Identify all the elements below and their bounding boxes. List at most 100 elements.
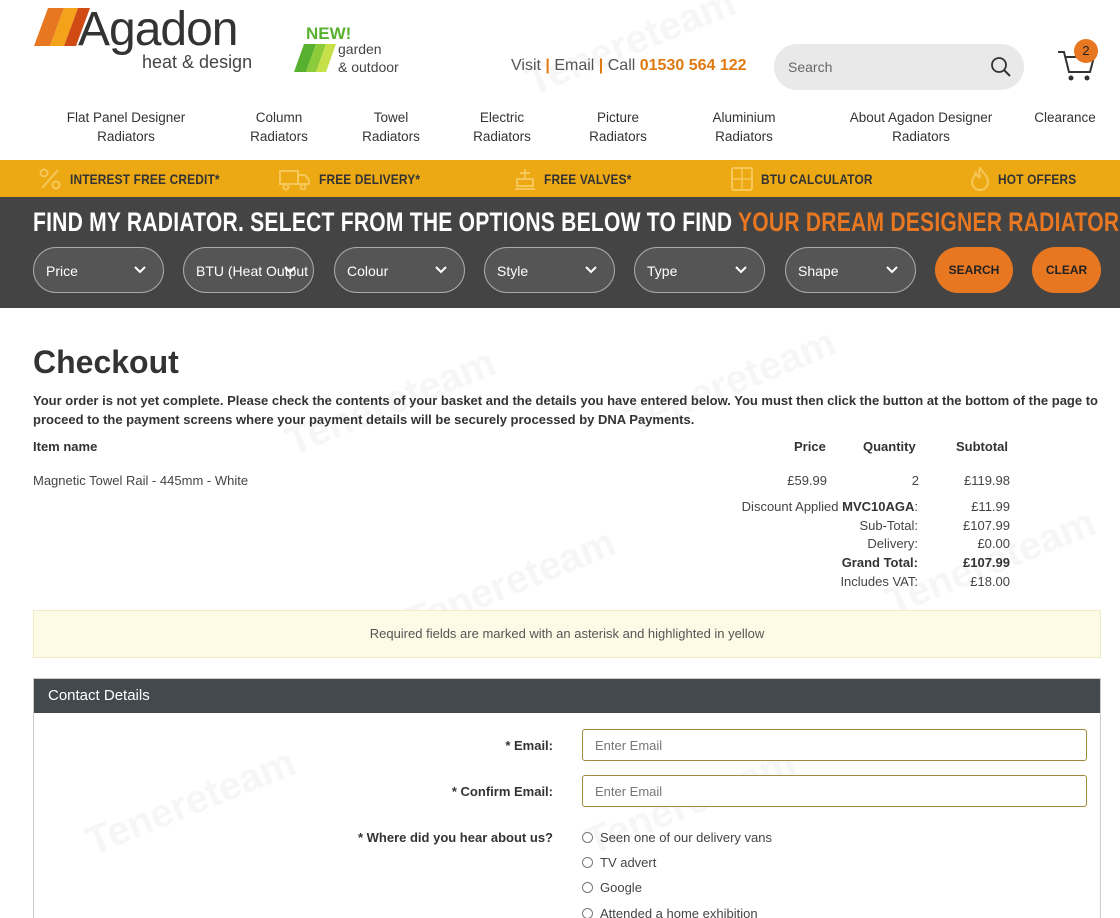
phone-number[interactable]: 01530 564 122	[640, 57, 747, 74]
garden-stripes-icon	[294, 44, 336, 72]
finder-title: FIND MY RADIATOR. SELECT FROM THE OPTION…	[33, 207, 1120, 238]
finder-clear-button[interactable]: CLEAR	[1032, 247, 1101, 293]
promo-label: BTU Calculator	[761, 170, 873, 187]
confirm-email-field[interactable]	[582, 775, 1087, 807]
search-input[interactable]	[774, 44, 974, 90]
radio-label: Google	[600, 879, 642, 895]
filter-type[interactable]: Type	[634, 247, 765, 293]
site-search	[774, 44, 1024, 90]
email-label: * Email:	[505, 738, 553, 753]
radio-button[interactable]	[582, 907, 593, 918]
nav-label: Flat Panel Designer	[66, 110, 186, 125]
search-icon[interactable]	[990, 56, 1012, 78]
finder-search-button[interactable]: SEARCH	[935, 247, 1013, 293]
item-name[interactable]: Magnetic Towel Rail - 445mm - White	[33, 473, 248, 488]
filter-shape[interactable]: Shape	[785, 247, 916, 293]
promo-hot-offers[interactable]: Hot Offers	[970, 160, 1090, 197]
nav-picture[interactable]: Picture Radiators	[589, 108, 647, 146]
filter-label: Type	[647, 263, 678, 279]
radio-button[interactable]	[582, 831, 593, 843]
filter-style[interactable]: Style	[484, 247, 615, 293]
filter-colour[interactable]: Colour	[334, 247, 465, 293]
logo-tagline: heat & design	[142, 52, 253, 72]
flame-icon	[970, 166, 990, 191]
discount-label: Discount Applied MVC10AGA:	[418, 499, 918, 514]
discount-prefix: Discount Applied	[741, 499, 843, 514]
filter-label: Price	[46, 263, 78, 279]
nav-label: Radiators	[589, 129, 647, 144]
nav-column[interactable]: Column Radiators	[250, 108, 308, 146]
nav-about[interactable]: About Agadon Designer Radiators	[850, 108, 993, 146]
col-header-price: Price	[794, 439, 826, 454]
discount-value: £11.99	[971, 499, 1010, 514]
finder-title-highlight: YOUR DREAM DESIGNER RADIATOR.	[737, 207, 1120, 237]
radio-google[interactable]: Google	[582, 877, 642, 897]
email-link[interactable]: Email	[554, 57, 594, 74]
main-nav: Flat Panel Designer Radiators Column Radia…	[0, 108, 1120, 158]
nav-label: Radiators	[715, 129, 773, 144]
radio-label: TV advert	[600, 854, 657, 870]
nav-clearance[interactable]: Clearance	[1034, 108, 1096, 127]
grand-total-value: £107.99	[963, 555, 1010, 570]
nav-label: Aluminium	[712, 110, 776, 125]
promo-label: Free Delivery*	[319, 170, 421, 187]
radiator-finder: FIND MY RADIATOR. SELECT FROM THE OPTION…	[0, 197, 1120, 308]
item-quantity: 2	[911, 473, 919, 488]
promo-bar: Interest Free Credit* Free Delivery* Fre…	[0, 160, 1120, 197]
promo-interest-free[interactable]: Interest Free Credit*	[38, 160, 246, 197]
nav-label: Clearance	[1034, 110, 1096, 125]
agadon-logo[interactable]: Agadon heat & design	[34, 3, 274, 78]
radio-tv-advert[interactable]: TV advert	[582, 852, 656, 872]
nav-label: Radiators	[473, 129, 531, 144]
chevron-down-icon	[735, 266, 747, 274]
contact-line: Visit | Email | Call 01530 564 122	[511, 57, 747, 75]
col-header-item: Item name	[33, 439, 98, 454]
nav-flat-panel[interactable]: Flat Panel Designer Radiators	[67, 108, 186, 146]
nav-electric[interactable]: Electric Radiators	[473, 108, 531, 146]
filter-label: Colour	[347, 263, 389, 279]
finder-title-main: FIND MY RADIATOR. SELECT FROM THE OPTION…	[33, 207, 738, 237]
vat-value: £18.00	[970, 574, 1010, 589]
chevron-down-icon	[284, 266, 296, 274]
promo-label: Interest Free Credit*	[70, 170, 220, 187]
panel-title: Contact Details	[34, 679, 1100, 713]
col-header-subtotal: Subtotal	[956, 439, 1008, 454]
nav-aluminium[interactable]: Aluminium Radiators	[712, 108, 775, 146]
col-header-quantity: Quantity	[863, 439, 916, 454]
garden-line1: garden	[338, 41, 382, 57]
cart-count-badge: 2	[1074, 39, 1098, 63]
confirm-email-label: * Confirm Email:	[451, 784, 553, 799]
delivery-label: Delivery:	[867, 536, 918, 551]
promo-free-delivery[interactable]: Free Delivery*	[279, 160, 438, 197]
radio-label: Seen one of our delivery vans	[600, 829, 772, 845]
promo-free-valves[interactable]: Free Valves*	[514, 160, 647, 197]
visit-link[interactable]: Visit	[511, 57, 541, 74]
grand-total-label: Grand Total:	[841, 555, 918, 570]
nav-towel[interactable]: Towel Radiators	[362, 108, 420, 146]
filter-btu[interactable]: BTU (Heat Output	[183, 247, 314, 293]
radio-button[interactable]	[582, 881, 593, 893]
nav-label: Electric	[479, 110, 525, 125]
nav-label: Radiators	[362, 129, 420, 144]
nav-label: About Agadon Designer	[849, 110, 993, 125]
nav-label: Radiators	[250, 129, 308, 144]
radio-button[interactable]	[582, 856, 593, 868]
garden-outdoor-link[interactable]: NEW! garden & outdoor	[294, 24, 424, 80]
vat-label: Includes VAT:	[840, 574, 918, 589]
logo-title: Agadon	[78, 3, 238, 56]
item-price: £59.99	[787, 473, 827, 488]
filter-label: Style	[497, 263, 529, 279]
filter-price[interactable]: Price	[33, 247, 164, 293]
nav-label: Radiators	[892, 129, 950, 144]
chevron-down-icon	[585, 266, 597, 274]
radio-delivery-vans[interactable]: Seen one of our delivery vans	[582, 827, 772, 847]
hear-about-label: * Where did you hear about us?	[357, 830, 553, 845]
nav-label: Column	[255, 110, 303, 125]
promo-btu-calculator[interactable]: BTU Calculator	[731, 160, 892, 197]
discount-suffix: :	[914, 499, 918, 514]
site-header: Agadon heat & design NEW! garden & outdo…	[0, 0, 1120, 100]
truck-icon	[279, 169, 310, 190]
radio-home-exhibition[interactable]: Attended a home exhibition	[582, 903, 758, 918]
calculator-icon	[731, 166, 753, 191]
email-field[interactable]	[582, 729, 1087, 761]
